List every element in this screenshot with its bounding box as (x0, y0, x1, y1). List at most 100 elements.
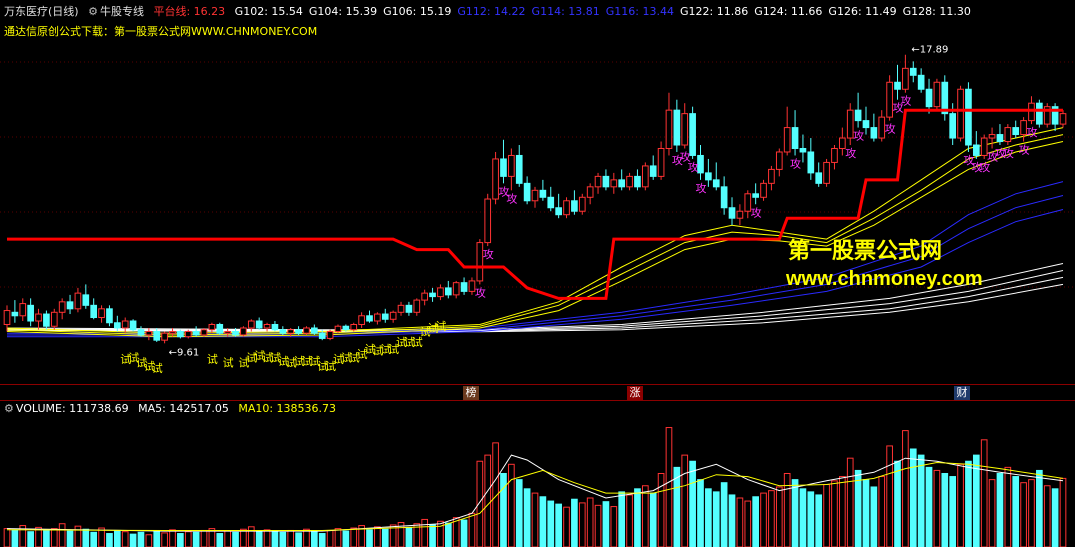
volume-bar-up (665, 427, 673, 547)
candle-down (634, 175, 641, 188)
volume-bar-down (965, 460, 972, 547)
volume-bar-up (957, 463, 964, 547)
ma-value: G106: 15.19 (383, 5, 452, 18)
candle-down (366, 315, 373, 322)
candle-down (571, 200, 578, 212)
candle-down (854, 109, 862, 122)
candle-down (381, 313, 389, 320)
marker-bang[interactable]: 榜 (463, 386, 479, 400)
volume-bar-down (318, 533, 326, 547)
main-header: 万东医疗(日线) ⚙ 牛股专线 平台线: 16.23 G102: 15.54 G10… (4, 5, 983, 18)
volume-bar-down (949, 476, 957, 547)
ma-value: G126: 11.49 (828, 5, 897, 18)
volume-bar-up (610, 506, 618, 547)
candle-up (823, 161, 830, 184)
volume-bar-up (744, 500, 752, 547)
volume-bar-down (862, 479, 870, 547)
candle-up (247, 320, 255, 329)
attack-marker: 攻 (853, 129, 864, 143)
candle-down (909, 67, 917, 76)
volume-bar-down (555, 503, 562, 547)
volume-bar-up (334, 528, 342, 547)
volume-bar-up (886, 445, 893, 547)
candle-down (311, 327, 318, 334)
volume-bar-down (460, 519, 468, 547)
volume-bar-down (177, 533, 184, 547)
volume-bar-down (634, 488, 641, 547)
volume-bar-up (531, 492, 539, 547)
volume-bar-up (1020, 482, 1027, 547)
candle-up (334, 325, 342, 332)
candle-up (933, 81, 941, 108)
volume-bar-down (405, 526, 413, 547)
candle-up (389, 311, 397, 320)
volume-bar-down (752, 496, 759, 547)
volume-bar-down (27, 531, 34, 547)
gear-icon[interactable]: ⚙ (88, 5, 98, 18)
candle-down (515, 154, 523, 184)
volume-bar-up (846, 457, 854, 547)
try-marker: 试 (207, 353, 218, 366)
volume-bar-down (90, 531, 98, 547)
candle-up (74, 292, 82, 310)
ma-value: G104: 15.39 (308, 5, 378, 18)
volume-bar-down (255, 531, 263, 547)
attack-marker: 攻 (695, 181, 706, 195)
ma-value: G116: 13.44 (605, 5, 674, 18)
indicator-name[interactable]: 牛股专线 (100, 5, 144, 18)
candle-up (768, 168, 775, 184)
marker-zhang[interactable]: 涨 (627, 386, 643, 400)
volume-bar-up (760, 492, 767, 547)
volume-bar-down (894, 460, 901, 547)
volume-bar-up (681, 454, 689, 547)
candle-down (137, 329, 145, 336)
volume-bar-down (523, 488, 531, 547)
volume-bar-down (295, 532, 302, 547)
collapse-icon[interactable]: ⚙ (4, 402, 14, 415)
candle-up (902, 67, 909, 90)
volume-bar-up (839, 476, 846, 547)
volume-bar-down (547, 500, 555, 547)
candle-up (200, 329, 208, 336)
volume-bar-up (421, 518, 429, 547)
candle-up (610, 179, 618, 188)
volume-bar-up (933, 469, 941, 547)
candle-down (949, 113, 957, 139)
marker-cai[interactable]: 财 (954, 386, 970, 400)
volume-bar-up (200, 529, 208, 547)
candle-down (232, 330, 239, 336)
try-marker: 试 (435, 320, 446, 333)
volume-bar-up (783, 472, 791, 547)
ma-value: G112: 14.22 (457, 5, 526, 18)
watermark-line1: 第一股票公式网 (788, 238, 943, 263)
candle-up (484, 198, 492, 244)
volume-bar-up (484, 454, 492, 547)
volume-bar-down (815, 494, 823, 547)
candle-up (35, 313, 42, 322)
ma-value: G122: 11.86 (679, 5, 749, 18)
candle-up (350, 323, 358, 331)
candle-up (287, 329, 295, 334)
volume-bar-down (941, 472, 949, 547)
candle-up (358, 315, 365, 325)
volume-bar-up (240, 528, 247, 547)
volume-bar-up (736, 497, 744, 547)
attack-marker: 攻 (845, 146, 856, 160)
volume-bar-down (854, 469, 862, 547)
candle-up (957, 88, 964, 139)
volume-bar-up (980, 439, 988, 547)
candle-down (192, 330, 200, 336)
candle-down (555, 207, 562, 216)
candle-down (712, 179, 720, 188)
volume-bar-down (192, 531, 200, 547)
candle-down (870, 127, 878, 139)
try-marker: 试 (223, 357, 234, 370)
candle-up (397, 304, 405, 313)
volume-bar-down (342, 530, 350, 547)
candle-down (925, 88, 933, 108)
candle-up (413, 299, 421, 313)
volume-bar-down (870, 486, 878, 547)
volume-bar-down (720, 482, 728, 547)
candle-down (500, 158, 507, 177)
candle-down (11, 311, 19, 317)
